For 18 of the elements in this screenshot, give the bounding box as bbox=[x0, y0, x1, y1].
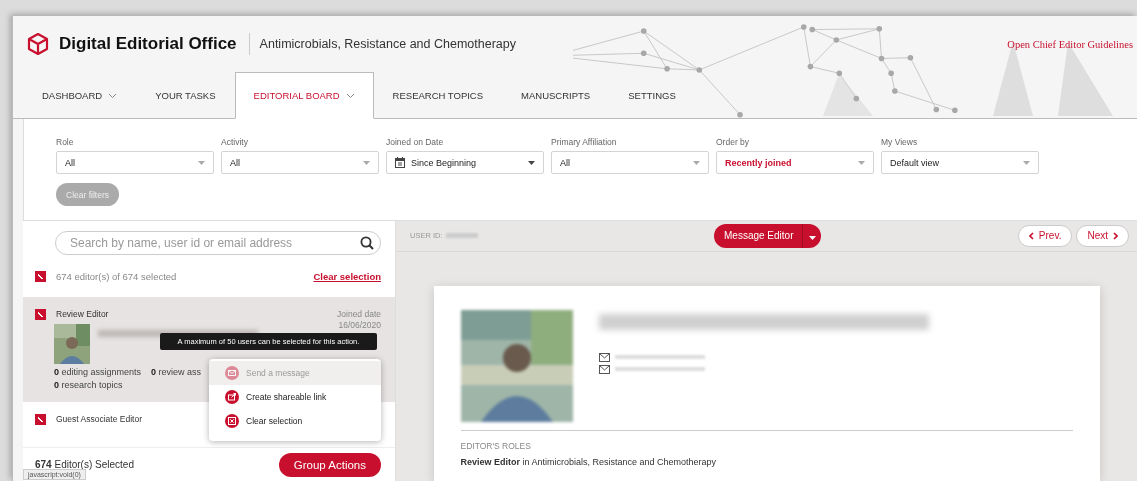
filter-label: Role bbox=[56, 137, 75, 147]
selected-count: 674 Editor(s) Selected bbox=[35, 459, 134, 470]
journal-name: Antimicrobials, Resistance and Chemotherapy bbox=[259, 37, 516, 51]
joined-date: Joined date 16/06/2020 bbox=[337, 309, 381, 332]
review-assignments-count: 0 review ass bbox=[151, 366, 202, 377]
selection-summary: 674 editor(s) of 674 selected bbox=[56, 270, 177, 282]
filter-label: Order by bbox=[716, 137, 751, 147]
editor-role: Review Editor bbox=[56, 309, 109, 319]
filter-label: Activity bbox=[221, 137, 249, 147]
editing-assignments-count: 0 editing assignments bbox=[54, 366, 142, 377]
filter-label: Joined on Date bbox=[386, 137, 445, 147]
role-entry: Review Editor in Antimicrobials, Resistance and Chemotherapy bbox=[460, 456, 718, 467]
editor-role: Guest Associate Editor bbox=[56, 413, 142, 424]
filter-label: My Views bbox=[881, 137, 919, 147]
research-topics-count: 0 research topics bbox=[54, 379, 123, 390]
app-title: Digital Editorial Office bbox=[59, 34, 237, 54]
filter-label: Primary Affiliation bbox=[551, 137, 618, 147]
section-heading: EDITOR'S ROLES bbox=[460, 440, 532, 451]
